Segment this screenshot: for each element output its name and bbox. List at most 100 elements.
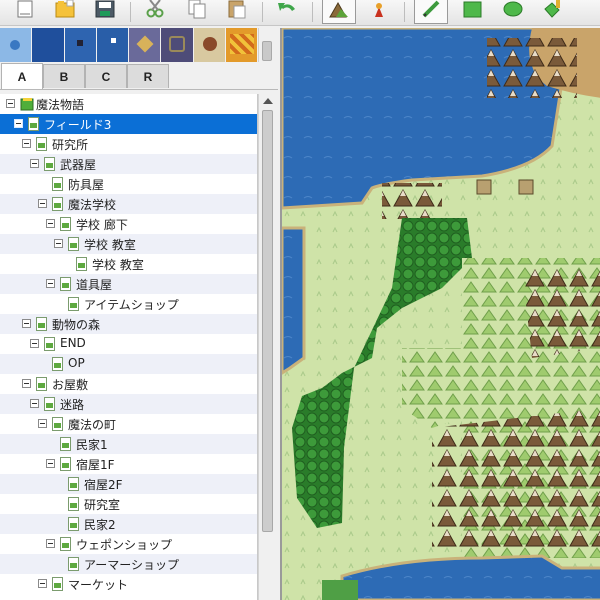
tree-item-label: 動物の森 xyxy=(52,318,101,332)
collapse-icon[interactable] xyxy=(6,99,15,108)
tile-water-light[interactable] xyxy=(0,28,32,62)
tree-map-item[interactable]: アーマーショップ xyxy=(0,554,257,574)
collapse-icon[interactable] xyxy=(46,279,55,288)
tile-dark-vines[interactable] xyxy=(161,28,193,62)
tree-map-item[interactable]: 民家1 xyxy=(0,434,257,454)
collapse-icon[interactable] xyxy=(22,139,31,148)
tree-item-label: フィールド3 xyxy=(44,118,112,132)
tile-water-rocks[interactable] xyxy=(64,28,96,62)
tree-map-item[interactable]: フィールド3 xyxy=(0,114,257,134)
map-icon xyxy=(36,137,47,151)
event-mode-icon[interactable] xyxy=(362,0,396,24)
scroll-thumb[interactable] xyxy=(262,110,273,532)
map-canvas[interactable] xyxy=(280,28,600,600)
tree-map-item[interactable]: 学校 教室 xyxy=(0,234,257,254)
tree-item-label: OP xyxy=(68,356,85,370)
tree-map-item[interactable]: 迷路 xyxy=(0,394,257,414)
tree-project-root[interactable]: 魔法物語 xyxy=(0,94,257,114)
tree-item-label: 民家1 xyxy=(76,438,108,452)
fill-bucket-icon[interactable] xyxy=(536,0,570,24)
new-document-icon[interactable] xyxy=(8,0,42,24)
collapse-icon[interactable] xyxy=(38,419,47,428)
collapse-icon[interactable] xyxy=(46,219,55,228)
cut-scissors-icon[interactable] xyxy=(138,0,172,24)
tileset-palette[interactable] xyxy=(0,28,258,62)
map-icon xyxy=(44,397,55,411)
rectangle-icon[interactable] xyxy=(456,0,490,24)
tree-map-item[interactable]: 宿屋2F xyxy=(0,474,257,494)
collapse-icon[interactable] xyxy=(46,459,55,468)
tile-lava[interactable] xyxy=(225,28,257,62)
tree-item-label: 武器屋 xyxy=(60,158,97,172)
tree-map-item[interactable]: 防具屋 xyxy=(0,174,257,194)
tile-water-ice[interactable] xyxy=(96,28,128,62)
tree-map-item[interactable]: 魔法の町 xyxy=(0,414,257,434)
tree-map-item[interactable]: 研究所 xyxy=(0,134,257,154)
tab-b[interactable]: B xyxy=(43,64,85,88)
collapse-icon[interactable] xyxy=(38,579,47,588)
tileset-tabs: A B C R xyxy=(0,62,278,90)
save-disk-icon[interactable] xyxy=(88,0,122,24)
tree-map-item[interactable]: 学校 教室 xyxy=(0,254,257,274)
tree-map-item[interactable]: ウェポンショップ xyxy=(0,534,257,554)
tileset-scrollbar[interactable] xyxy=(258,28,275,62)
tree-map-item[interactable]: OP xyxy=(0,354,257,374)
map-mode-icon[interactable] xyxy=(322,0,356,24)
tile-flower-bush[interactable] xyxy=(193,28,225,62)
collapse-icon[interactable] xyxy=(30,159,39,168)
map-icon xyxy=(36,377,47,391)
collapse-icon[interactable] xyxy=(30,339,39,348)
collapse-icon[interactable] xyxy=(14,119,23,128)
map-icon xyxy=(76,257,87,271)
collapse-icon[interactable] xyxy=(22,319,31,328)
tree-map-item[interactable]: 民家2 xyxy=(0,514,257,534)
tree-item-label: 学校 教室 xyxy=(84,238,136,252)
map-icon xyxy=(68,557,79,571)
map-tree: 魔法物語 フィールド3 研究所 武器屋 防具屋 魔法学校 学校 廊下 学校 教室 学校 教室 道具… xyxy=(0,94,258,600)
tree-map-item[interactable]: 道具屋 xyxy=(0,274,257,294)
map-icon xyxy=(68,297,79,311)
map-icon xyxy=(68,237,79,251)
collapse-icon[interactable] xyxy=(22,379,31,388)
paste-icon[interactable] xyxy=(220,0,254,24)
undo-arrow-icon[interactable] xyxy=(270,0,304,24)
collapse-icon[interactable] xyxy=(54,239,63,248)
tree-map-item[interactable]: 研究室 xyxy=(0,494,257,514)
tree-map-item[interactable]: 武器屋 xyxy=(0,154,257,174)
copy-icon[interactable] xyxy=(180,0,214,24)
ellipse-icon[interactable] xyxy=(496,0,530,24)
map-icon xyxy=(68,517,79,531)
tree-map-item[interactable]: マーケット xyxy=(0,574,257,594)
map-tree-scrollbar[interactable] xyxy=(258,94,276,600)
tree-map-item[interactable]: 宿屋1F xyxy=(0,454,257,474)
tree-item-label: 魔法学校 xyxy=(68,198,117,212)
tree-item-label: 民家2 xyxy=(84,518,116,532)
scroll-up-icon[interactable] xyxy=(263,98,273,104)
map-icon xyxy=(60,537,71,551)
project-book-icon xyxy=(20,98,34,111)
tree-item-label: 宿屋1F xyxy=(76,458,115,472)
tree-map-item[interactable]: アイテムショップ xyxy=(0,294,257,314)
tree-map-item[interactable]: 動物の森 xyxy=(0,314,257,334)
collapse-icon[interactable] xyxy=(38,199,47,208)
map-icon xyxy=(52,577,63,591)
tree-item-label: 魔法の町 xyxy=(68,418,117,432)
tree-item-label: 道具屋 xyxy=(76,278,113,292)
map-icon xyxy=(52,197,63,211)
map-icon xyxy=(52,357,63,371)
tree-item-label: 学校 廊下 xyxy=(76,218,128,232)
collapse-icon[interactable] xyxy=(46,539,55,548)
tile-deep-water[interactable] xyxy=(32,28,64,62)
tab-r[interactable]: R xyxy=(127,64,169,88)
open-folder-icon[interactable] xyxy=(48,0,82,24)
tree-map-item[interactable]: 魔法学校 xyxy=(0,194,257,214)
tile-crystal[interactable] xyxy=(129,28,161,62)
tree-map-item[interactable]: END xyxy=(0,334,257,354)
pencil-icon[interactable] xyxy=(414,0,448,24)
tree-item-label: ウェポンショップ xyxy=(76,538,173,552)
tab-a[interactable]: A xyxy=(1,63,43,89)
tree-map-item[interactable]: お屋敷 xyxy=(0,374,257,394)
tab-c[interactable]: C xyxy=(85,64,127,88)
collapse-icon[interactable] xyxy=(30,399,39,408)
tree-map-item[interactable]: 学校 廊下 xyxy=(0,214,257,234)
